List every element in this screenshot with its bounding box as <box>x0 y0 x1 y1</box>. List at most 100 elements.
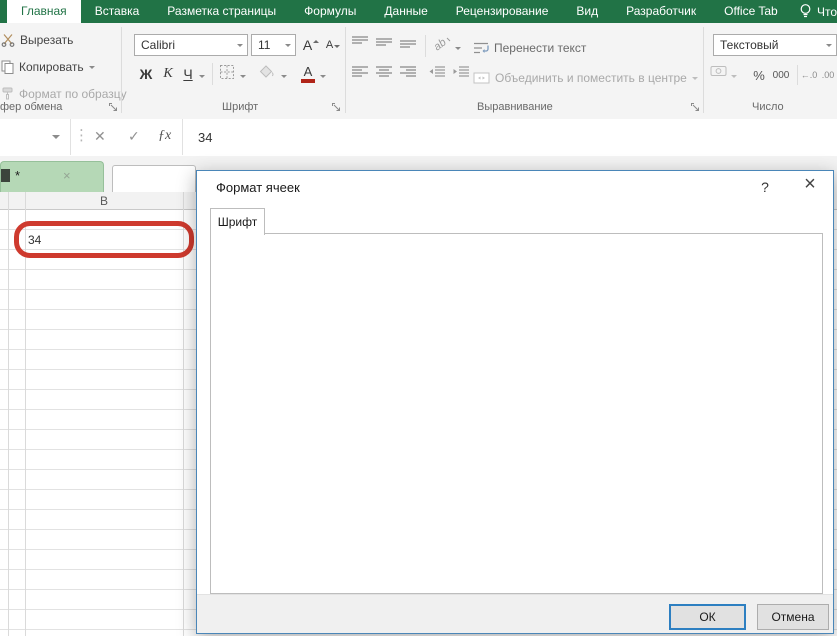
align-middle-icon <box>375 35 394 49</box>
ribbon-tab[interactable]: Office Tab <box>710 0 792 23</box>
document-tab-new[interactable] <box>112 165 196 192</box>
wrap-text-button[interactable]: Перенести текст <box>473 37 586 59</box>
ribbon-tab[interactable]: Вставка <box>81 0 154 23</box>
number-format-combo[interactable]: Текстовый <box>713 34 837 56</box>
modified-indicator: * <box>15 168 20 183</box>
underline-chevron-icon[interactable] <box>199 75 205 81</box>
ribbon-tab[interactable]: Формулы <box>290 0 370 23</box>
lightbulb-icon <box>799 3 812 20</box>
align-top-icon <box>351 35 370 49</box>
ribbon-tab[interactable]: Разметка страницы <box>153 0 290 23</box>
gridline <box>183 192 184 636</box>
cut-button[interactable]: Вырезать <box>1 29 73 51</box>
font-color-button[interactable] <box>299 64 317 84</box>
fill-color-chevron-icon[interactable] <box>281 75 287 81</box>
font-dialog-launcher-icon[interactable] <box>331 102 342 113</box>
tell-me-label: Что <box>817 5 837 19</box>
accounting-chevron-icon[interactable] <box>731 75 737 81</box>
orientation-chevron-icon[interactable] <box>455 47 461 53</box>
font-size-combo[interactable]: 11 <box>251 34 296 56</box>
enter-entry-icon[interactable]: ✓ <box>128 128 140 145</box>
dialog-title: Формат ячеек <box>216 180 300 195</box>
document-icon <box>1 169 10 182</box>
ribbon-tab-bar: ГлавнаяВставкаРазметка страницыФормулыДа… <box>0 0 837 23</box>
borders-icon <box>219 64 235 80</box>
ribbon-tab[interactable]: Рецензирование <box>442 0 563 23</box>
ribbon-tab[interactable]: Данные <box>370 0 441 23</box>
borders-button[interactable] <box>219 64 235 80</box>
alignment-dialog-launcher-icon[interactable] <box>690 102 701 113</box>
insert-function-icon[interactable]: ƒx <box>158 128 171 144</box>
increase-font-size-button[interactable] <box>300 34 322 56</box>
name-box-chevron-icon[interactable] <box>52 135 60 143</box>
dialog-close-button[interactable]: × <box>797 173 823 196</box>
align-bottom-button[interactable] <box>399 35 418 49</box>
number-format-value: Текстовый <box>714 38 826 52</box>
align-center-icon <box>375 65 394 79</box>
increase-indent-button[interactable] <box>452 65 470 79</box>
dialog-help-button[interactable]: ? <box>755 179 775 195</box>
decrease-indent-icon <box>428 65 446 79</box>
copy-button[interactable]: Копировать <box>1 56 95 78</box>
clipboard-group-label: фер обмена <box>0 101 62 113</box>
cut-label: Вырезать <box>20 33 73 47</box>
borders-chevron-icon[interactable] <box>240 75 246 81</box>
decrease-font-size-button[interactable] <box>323 34 343 56</box>
increase-decimal-button[interactable]: ←.0 <box>801 64 817 86</box>
wrap-text-icon <box>473 41 489 55</box>
font-size-value: 11 <box>252 38 285 52</box>
cancel-button[interactable]: Отмена <box>757 604 829 630</box>
align-top-button[interactable] <box>351 35 370 49</box>
copy-icon <box>1 60 14 74</box>
dialog-footer: ОК Отмена <box>197 594 833 633</box>
gridline <box>25 192 26 636</box>
format-painter-label: Формат по образцу <box>19 87 127 101</box>
bold-button[interactable]: Ж <box>136 63 156 85</box>
clipboard-dialog-launcher-icon[interactable] <box>108 102 119 113</box>
ribbon-tab[interactable]: Вид <box>562 0 612 23</box>
tell-me[interactable]: Что <box>799 0 837 23</box>
formula-bar: ⋮ ✕ ✓ ƒx 34 <box>0 119 837 157</box>
ribbon-tabs: ГлавнаяВставкаРазметка страницыФормулыДа… <box>0 0 792 23</box>
excel-window: ГлавнаяВставкаРазметка страницыФормулыДа… <box>0 0 837 636</box>
font-color-chevron-icon[interactable] <box>320 75 326 81</box>
accounting-format-button[interactable] <box>710 65 727 77</box>
fill-color-button[interactable] <box>259 65 275 79</box>
align-left-icon <box>351 65 370 79</box>
ribbon-tab[interactable]: Разработчик <box>612 0 710 23</box>
wrap-text-label: Перенести текст <box>494 41 586 55</box>
close-tab-icon[interactable]: × <box>63 168 71 183</box>
font-group-label: Шрифт <box>222 101 258 113</box>
underline-button[interactable]: Ч <box>180 63 196 85</box>
font-name-combo[interactable]: Calibri <box>134 34 248 56</box>
orientation-button[interactable]: ab <box>432 35 452 51</box>
merge-center-button[interactable]: Объединить и поместить в центре <box>473 67 698 89</box>
percent-style-button[interactable]: % <box>750 64 768 86</box>
chevron-down-icon <box>237 44 243 50</box>
column-header-b[interactable]: B <box>25 194 183 208</box>
gridline <box>8 192 9 636</box>
align-left-button[interactable] <box>351 65 370 79</box>
merge-center-label: Объединить и поместить в центре <box>495 71 687 85</box>
decrease-indent-button[interactable] <box>428 65 446 79</box>
copy-label: Копировать <box>19 60 84 74</box>
tab-font[interactable]: Шрифт <box>210 208 265 235</box>
ok-button[interactable]: ОК <box>669 604 746 630</box>
align-right-button[interactable] <box>399 65 418 79</box>
decrease-decimal-button[interactable]: .00 <box>820 64 836 86</box>
align-right-icon <box>399 65 418 79</box>
format-painter-icon <box>1 87 14 101</box>
increase-indent-icon <box>452 65 470 79</box>
comma-style-button[interactable]: 000 <box>770 64 792 86</box>
orientation-icon: ab <box>432 35 452 51</box>
ribbon-tab[interactable]: Главная <box>7 0 81 23</box>
name-box[interactable] <box>0 119 71 155</box>
align-middle-button[interactable] <box>375 35 394 49</box>
document-tab-active[interactable]: * × <box>0 161 104 192</box>
cancel-entry-icon[interactable]: ✕ <box>94 128 106 145</box>
formula-bar-value[interactable]: 34 <box>198 130 212 145</box>
align-bottom-icon <box>399 35 418 49</box>
number-group-label: Число <box>752 101 784 113</box>
align-center-button[interactable] <box>375 65 394 79</box>
italic-button[interactable]: К <box>158 63 178 85</box>
